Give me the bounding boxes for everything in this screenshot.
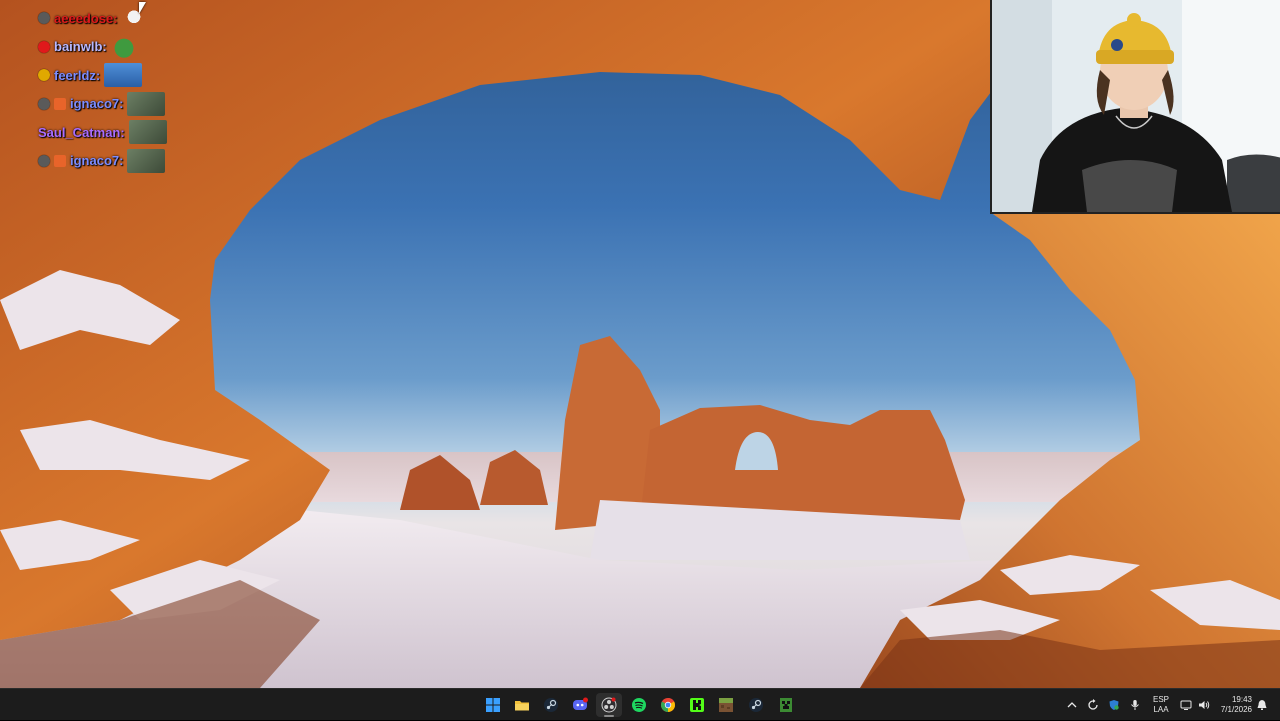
network-icon — [1180, 700, 1192, 710]
spotify-icon — [632, 698, 646, 712]
taskbar: ESP LAA 19:43 7/1/2026 — [0, 688, 1280, 720]
microphone-icon — [1131, 700, 1139, 710]
windows-logo-icon — [486, 698, 500, 712]
chat-username: Saul_Catman: — [38, 124, 125, 140]
chat-message: ignaco7: — [38, 147, 198, 176]
subscriber-badge-icon — [54, 154, 66, 167]
user-badge-icon — [38, 97, 50, 110]
chat-message: aeeedose: — [38, 4, 198, 33]
chat-username: ignaco7: — [70, 96, 124, 112]
tray-volume-icon[interactable] — [1196, 689, 1212, 721]
start-button[interactable] — [480, 693, 506, 717]
tray-microphone-icon[interactable] — [1127, 689, 1143, 721]
tray-security-icon[interactable] — [1106, 689, 1122, 721]
speaker-icon — [1199, 701, 1210, 709]
chat-username: bainwlb: — [54, 39, 107, 55]
discord-icon — [573, 697, 588, 710]
taskbar-obs[interactable] — [596, 693, 622, 717]
chat-username: aeeedose: — [54, 10, 118, 26]
refresh-icon — [1088, 699, 1098, 710]
taskbar-file-explorer[interactable] — [509, 693, 535, 717]
chat-message: ignaco7: — [38, 90, 198, 119]
language-indicator[interactable]: ESP LAA — [1148, 689, 1174, 721]
notifications-button[interactable] — [1254, 689, 1270, 721]
kick-icon — [690, 698, 704, 712]
chat-message: bainwlb: — [38, 33, 198, 62]
tray-network-icon[interactable] — [1178, 689, 1194, 721]
chat-emote-icon — [127, 148, 166, 173]
user-badge-icon — [38, 69, 50, 82]
clock-time: 19:43 — [1231, 695, 1252, 704]
taskbar-spotify[interactable] — [626, 693, 652, 717]
user-badge-icon — [38, 154, 50, 167]
desktop: aeeedose: bainwlb: feerldz: ignaco7: Sau… — [0, 0, 1280, 688]
chat-username: feerldz: — [54, 67, 101, 83]
tray-app-icon[interactable] — [1085, 689, 1101, 721]
taskbar-kick[interactable] — [684, 693, 710, 717]
chat-message: feerldz: — [38, 61, 198, 90]
subscriber-badge-icon — [54, 97, 66, 110]
taskbar-steam-2[interactable] — [743, 693, 769, 717]
clock-date: 7/1/2026 — [1220, 705, 1252, 714]
taskbar-steam[interactable] — [538, 693, 564, 717]
chat-emote-icon — [127, 91, 166, 116]
language-code: ESP — [1152, 695, 1169, 704]
chrome-icon — [661, 698, 675, 712]
chat-emote-icon — [104, 63, 143, 88]
keyboard-layout: LAA — [1153, 705, 1169, 714]
chat-username: ignaco7: — [70, 153, 124, 169]
taskbar-discord[interactable] — [567, 693, 593, 717]
minecraft-icon — [719, 698, 733, 712]
bell-icon — [1257, 700, 1267, 710]
creeper-icon — [780, 698, 792, 712]
steam-icon — [749, 698, 763, 712]
taskbar-minecraft-launcher[interactable] — [773, 693, 799, 717]
user-badge-icon — [38, 40, 50, 53]
user-badge-icon — [38, 12, 50, 25]
chat-message: Saul_Catman: — [38, 118, 198, 147]
taskbar-chrome[interactable] — [655, 693, 681, 717]
stream-chat-overlay: aeeedose: bainwlb: feerldz: ignaco7: Sau… — [38, 4, 198, 175]
chevron-up-icon — [1067, 702, 1077, 708]
shield-icon — [1109, 700, 1119, 710]
active-app-indicator — [604, 715, 614, 717]
taskbar-minecraft[interactable] — [713, 693, 739, 717]
clock[interactable]: 19:43 7/1/2026 — [1212, 689, 1252, 721]
show-hidden-icons-button[interactable] — [1064, 689, 1080, 721]
chat-emote-icon — [110, 34, 137, 59]
steam-icon — [544, 698, 558, 712]
mouse-cursor-icon — [139, 2, 146, 14]
webcam-overlay — [990, 0, 1280, 214]
obs-icon — [601, 697, 617, 713]
folder-icon — [515, 701, 529, 711]
chat-emote-icon — [128, 120, 167, 145]
streamer-webcam-image — [992, 0, 1280, 212]
